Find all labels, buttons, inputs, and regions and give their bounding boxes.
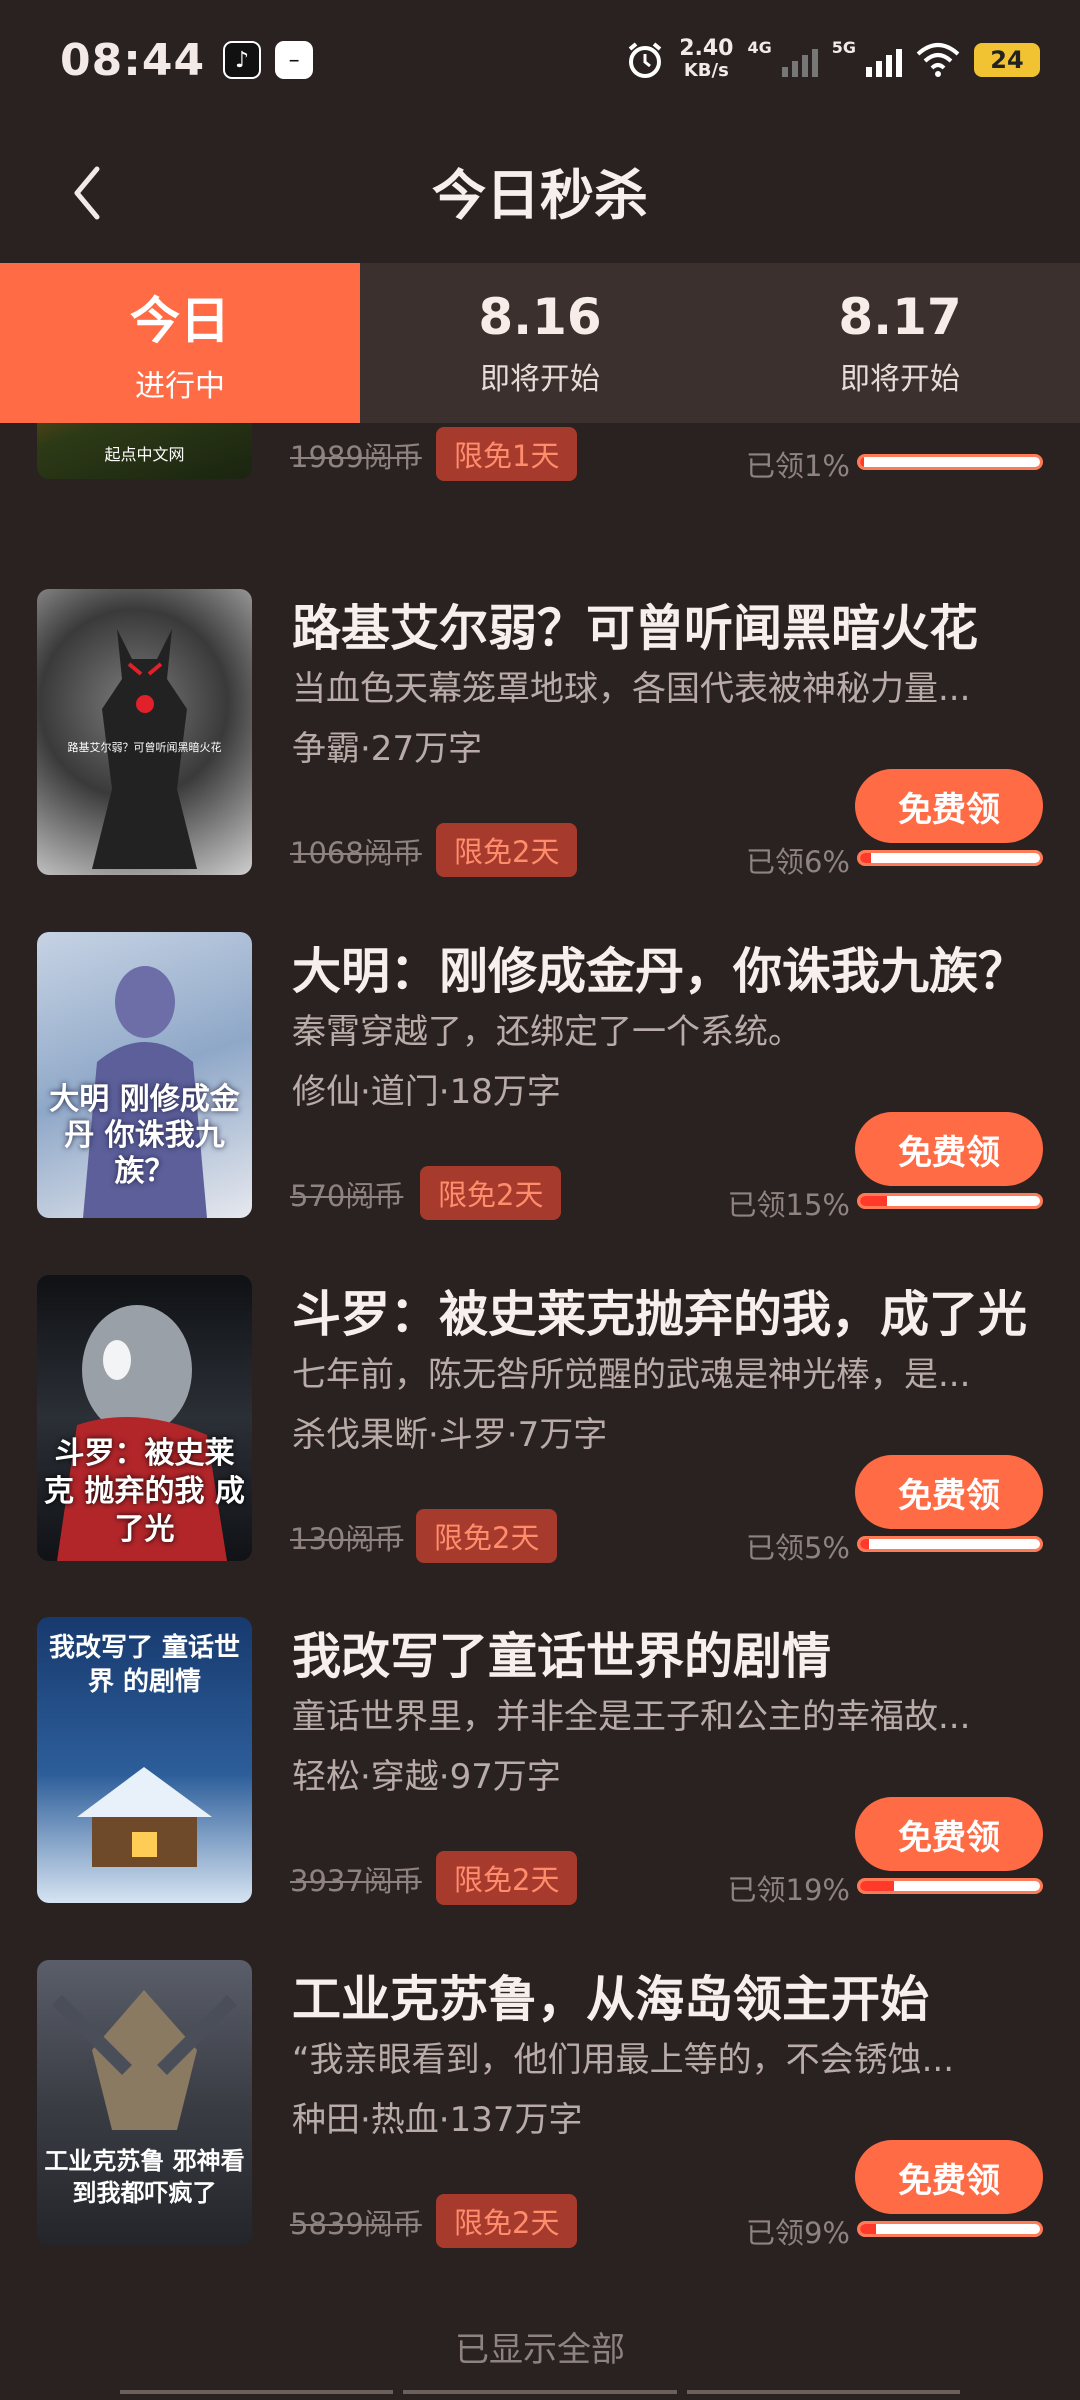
cover-text: 我改写了 童话世界 的剧情 [48,1633,241,1697]
status-time: 08:44 [60,34,206,86]
page-title: 今日秒杀 [432,163,648,227]
claimed-percent: 已领9% [745,2216,850,2250]
claim-progress-bar [857,2221,1043,2237]
cover-text: 起点中文网 [104,445,185,464]
back-button[interactable] [56,158,116,228]
original-price: 570阅币 [290,1179,404,1213]
page-header: 今日秒杀 [0,120,1080,260]
cover-text: 斗罗：被史莱克 抛弃的我 成了光 [44,1436,245,1547]
cover-text: 大明 刚修成金丹 你诛我九族？ [49,1082,240,1189]
book-tags: 轻松·穿越·97万字 [292,1757,561,1797]
limited-free-badge: 限免1天 [436,427,578,481]
claimed-percent: 已领1% [745,449,850,483]
book-cover[interactable]: 我改写了 童话世界 的剧情 [37,1617,252,1903]
bottom-divider [120,2390,960,2394]
book-description: 当血色天幕笼罩地球，各国代表被神秘力量... [292,669,971,709]
network-type-2: 5G [831,38,856,57]
status-right: 2.40 KB/s 4G 5G 24 [625,38,1040,82]
claim-progress-bar [857,454,1043,470]
book-item[interactable]: 路基艾尔弱？可曾听闻黑暗火花 路基艾尔弱？可曾听闻黑暗火花 当血色天幕笼罩地球，… [0,589,1080,889]
notification-icons: ♪ – [223,41,314,79]
book-title[interactable]: 路基艾尔弱？可曾听闻黑暗火花 [292,589,978,660]
battery-indicator: 24 [974,43,1040,77]
original-price: 130阅币 [290,1522,404,1556]
book-item[interactable]: 大明 刚修成金丹 你诛我九族？ 大明：刚修成金丹，你诛我九族？ 秦霄穿越了，还绑… [0,932,1080,1232]
cover-text: 路基艾尔弱？可曾听闻黑暗火花 [67,741,222,754]
limited-free-badge: 限免2天 [436,1851,578,1905]
book-list[interactable]: 起点中文网 1989阅币 限免1天 免费领 已领1% 路基艾尔弱？可曾听闻黑暗火… [0,423,1080,2400]
book-description: 七年前，陈无咎所觉醒的武魂是神光棒，是... [292,1355,971,1395]
book-title[interactable]: 大明：刚修成金丹，你诛我九族？ [292,932,1027,1003]
wifi-icon [916,43,960,77]
claim-free-button[interactable]: 免费领 [855,1797,1043,1871]
network-speed: 2.40 KB/s [679,38,733,82]
message-app-icon: – [275,41,314,79]
claimed-percent: 已领5% [745,1531,850,1565]
book-cover[interactable]: 起点中文网 [37,423,252,479]
original-price: 5839阅币 [290,2207,422,2241]
book-item[interactable]: 工业克苏鲁 邪神看到我都吓疯了 工业克苏鲁，从海岛领主开始 “我亲眼看到，他们用… [0,1960,1080,2260]
net-speed-unit: KB/s [683,60,729,81]
original-price: 1989阅币 [290,440,422,474]
book-cover[interactable]: 工业克苏鲁 邪神看到我都吓疯了 [37,1960,252,2246]
claim-free-button[interactable]: 免费领 [855,1112,1043,1186]
tab-8-17[interactable]: 8.17 即将开始 [720,263,1080,423]
tab-today[interactable]: 今日 进行中 [0,263,360,441]
original-price: 3937阅币 [290,1864,422,1898]
claimed-percent: 已领15% [727,1188,850,1222]
signal-icon-2 [866,43,902,77]
claim-progress-bar [857,1536,1043,1552]
chevron-left-icon [74,166,100,220]
book-tags: 修仙·道门·18万字 [292,1072,561,1112]
book-cover[interactable]: 斗罗：被史莱克 抛弃的我 成了光 [37,1275,252,1561]
end-of-list-text: 已显示全部 [455,2330,625,2370]
book-cover[interactable]: 大明 刚修成金丹 你诛我九族？ [37,932,252,1218]
book-item[interactable]: 我改写了 童话世界 的剧情 我改写了童话世界的剧情 童话世界里，并非全是王子和公… [0,1617,1080,1917]
tab-8-16[interactable]: 8.16 即将开始 [360,263,720,423]
book-item[interactable]: 斗罗：被史莱克 抛弃的我 成了光 斗罗：被史莱克抛弃的我，成了光 七年前，陈无咎… [0,1275,1080,1575]
cover-text: 工业克苏鲁 邪神看到我都吓疯了 [44,2147,245,2207]
claim-progress-bar [857,1193,1043,1209]
original-price: 1068阅币 [290,836,422,870]
book-title[interactable]: 斗罗：被史莱克抛弃的我，成了光 [292,1275,1027,1346]
tiktok-icon: ♪ [223,41,262,79]
book-description: 童话世界里，并非全是王子和公主的幸福故... [292,1697,971,1737]
book-tags: 争霸·27万字 [292,729,483,769]
claim-free-button[interactable]: 免费领 [855,1455,1043,1529]
tab-8-16-status: 即将开始 [480,362,600,397]
limited-free-badge: 限免2天 [416,1509,558,1563]
limited-free-badge: 限免2天 [436,823,578,877]
book-tags: 种田·热血·137万字 [292,2100,583,2140]
limited-free-badge: 限免2天 [420,1166,562,1220]
cover-art [92,629,197,869]
claim-progress-bar [857,1878,1043,1894]
claimed-percent: 已领19% [727,1873,850,1907]
tab-8-17-label: 8.17 [838,288,962,346]
book-cover[interactable]: 路基艾尔弱？可曾听闻黑暗火花 [37,589,252,875]
alarm-icon [628,42,662,78]
signal-icon-1 [781,43,818,77]
claim-free-button[interactable]: 免费领 [855,769,1043,843]
book-description: 秦霄穿越了，还绑定了一个系统。 [292,1012,802,1052]
net-speed-value: 2.40 [679,36,734,61]
book-description: “我亲眼看到，他们用最上等的，不会锈蚀... [292,2040,955,2080]
book-title[interactable]: 我改写了童话世界的剧情 [292,1617,831,1688]
tab-8-17-status: 即将开始 [840,362,960,397]
book-tags: 杀伐果断·斗罗·7万字 [292,1415,608,1455]
date-tabs: 今日 进行中 8.16 即将开始 8.17 即将开始 [0,263,1080,441]
network-type-1: 4G [747,38,772,57]
tab-8-16-label: 8.16 [478,288,602,346]
tab-today-label: 今日 [130,292,230,350]
book-item[interactable]: 起点中文网 1989阅币 限免1天 免费领 已领1% [0,423,1080,493]
tab-today-status: 进行中 [135,369,225,404]
claimed-percent: 已领6% [745,845,850,879]
claim-free-button[interactable]: 免费领 [855,2140,1043,2214]
limited-free-badge: 限免2天 [436,2194,578,2248]
claim-progress-bar [857,850,1043,866]
book-title[interactable]: 工业克苏鲁，从海岛领主开始 [292,1960,929,2031]
status-bar: 08:44 ♪ – 2.40 KB/s 4G 5G 24 [0,0,1080,120]
